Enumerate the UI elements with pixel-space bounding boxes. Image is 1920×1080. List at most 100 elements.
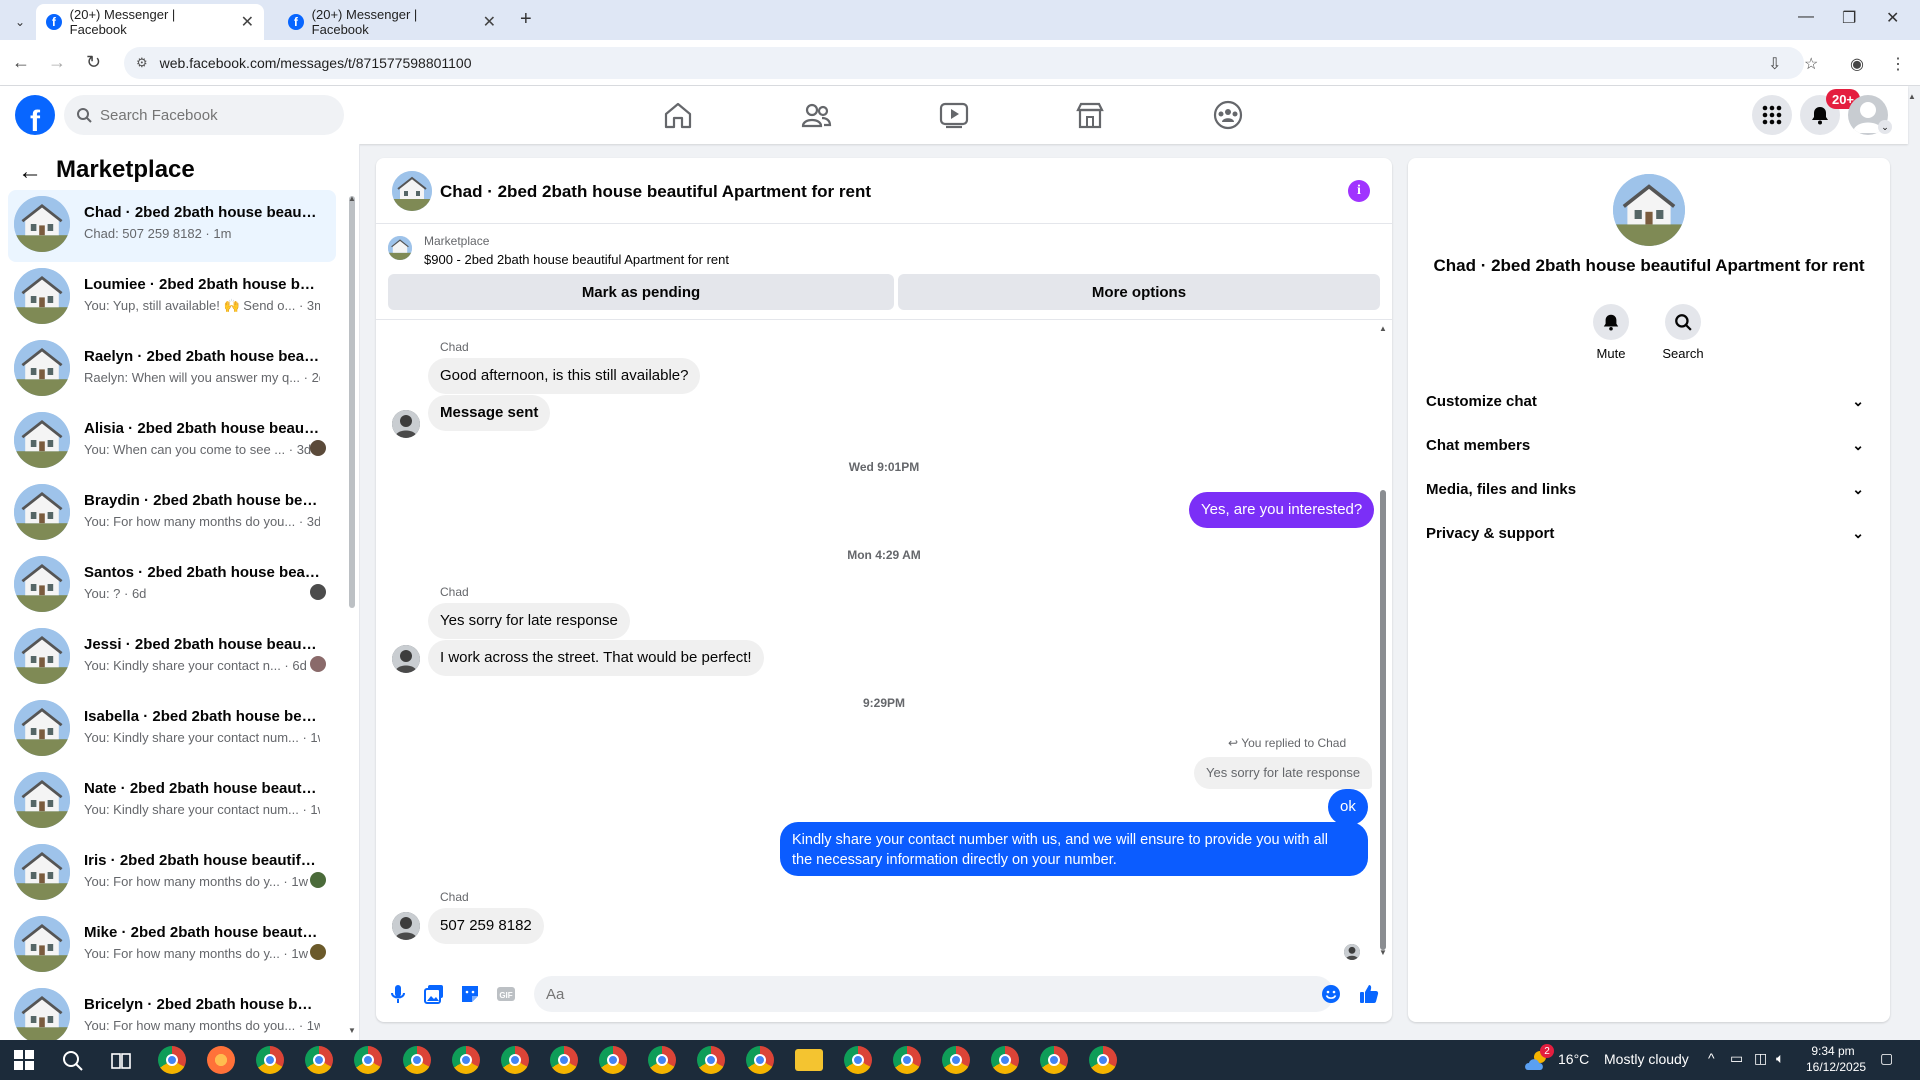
profile-icon[interactable]: ◉ [1850,54,1864,74]
network-icon[interactable]: ▭ [1730,1050,1743,1067]
browser-menu-icon[interactable]: ⋮ [1890,54,1906,74]
mark-as-pending-button[interactable]: Mark as pending [388,274,894,310]
info-icon[interactable]: i [1348,180,1370,202]
weather-description[interactable]: Mostly cloudy [1604,1051,1689,1067]
volume-icon[interactable]: 🔈︎ [1776,1050,1784,1067]
conversation-item[interactable]: Raelyn · 2bed 2bath house beautiful Apar… [8,334,336,406]
microphone-icon[interactable] [387,983,409,1005]
chrome-taskbar-icon[interactable] [599,1046,627,1074]
messages-scroll-up-icon[interactable]: ▲ [1379,324,1387,333]
incoming-message[interactable]: 507 259 8182 [428,908,544,944]
windows-start-icon[interactable] [14,1050,34,1070]
chat-title[interactable]: Chad · 2bed 2bath house beautiful Apartm… [440,182,871,202]
more-options-button[interactable]: More options [898,274,1380,310]
chrome-taskbar-icon[interactable] [305,1046,333,1074]
message-input[interactable] [546,985,1306,1003]
search-input[interactable] [100,106,320,124]
new-tab-plus-icon[interactable]: + [520,8,532,31]
home-icon[interactable] [662,100,694,130]
notification-center-icon[interactable]: ▢ [1880,1050,1893,1067]
install-app-icon[interactable]: ⇩ [1768,54,1781,74]
file-explorer-taskbar-icon[interactable] [795,1049,823,1071]
weather-temperature[interactable]: 16°C [1558,1051,1589,1067]
customize-chat-row[interactable]: Customize chat ⌄ [1424,379,1876,423]
emoji-icon[interactable] [1320,983,1342,1005]
tab-close-icon[interactable]: ✕ [241,12,254,32]
chrome-taskbar-icon[interactable] [844,1046,872,1074]
listing-thumbnail[interactable] [388,236,412,260]
groups-icon[interactable] [1212,100,1244,130]
menu-grid-button[interactable] [1752,95,1792,135]
facebook-search[interactable] [64,95,344,135]
peer-avatar[interactable] [392,410,420,438]
chrome-taskbar-icon[interactable] [697,1046,725,1074]
window-restore-icon[interactable]: ❐ [1842,8,1856,28]
chrome-taskbar-icon[interactable] [256,1046,284,1074]
media-files-links-row[interactable]: Media, files and links ⌄ [1424,467,1876,511]
conversation-item[interactable]: Alisia · 2bed 2bath house beautiful Apar… [8,406,336,478]
photo-attach-icon[interactable] [423,983,445,1005]
peer-avatar[interactable] [392,645,420,673]
mute-button[interactable] [1593,304,1629,340]
browser-tab-active[interactable]: f (20+) Messenger | Facebook ✕ [36,4,264,40]
chrome-taskbar-icon[interactable] [648,1046,676,1074]
sidebar-scroll-down-icon[interactable]: ▼ [348,1026,356,1035]
conversation-photo[interactable] [1613,174,1685,246]
privacy-support-row[interactable]: Privacy & support ⌄ [1424,511,1876,555]
chat-listing-photo[interactable] [392,171,432,211]
sticker-icon[interactable] [459,983,481,1005]
forward-arrow-icon[interactable]: → [48,52,66,73]
outgoing-message[interactable]: Yes, are you interested? [1189,492,1375,528]
sidebar-scroll-up-icon[interactable]: ▲ [348,194,356,203]
chrome-taskbar-icon[interactable] [893,1046,921,1074]
back-arrow-icon[interactable]: ← [12,52,30,73]
chrome-taskbar-icon[interactable] [746,1046,774,1074]
conversation-item[interactable]: Santos · 2bed 2bath house beautiful Apar… [8,550,336,622]
chrome-taskbar-icon[interactable] [1040,1046,1068,1074]
conversation-item[interactable]: Iris · 2bed 2bath house beautiful Apartm… [8,838,336,910]
video-icon[interactable] [938,100,970,130]
marketplace-icon[interactable] [1074,100,1106,130]
conversation-item[interactable]: Nate · 2bed 2bath house beautiful Apartm… [8,766,336,838]
search-conversation-button[interactable] [1665,304,1701,340]
chrome-taskbar-icon[interactable] [501,1046,529,1074]
url-omnibox[interactable]: ⚙ web.facebook.com/messages/t/8715775988… [124,47,1804,79]
conversation-item[interactable]: Mike · 2bed 2bath house beautiful Apartm… [8,910,336,982]
facebook-logo-icon[interactable]: f [15,95,55,135]
tab-close-icon[interactable]: ✕ [483,12,496,32]
tray-chevron-icon[interactable]: ^ [1708,1050,1715,1066]
incoming-message[interactable]: I work across the street. That would be … [428,640,764,676]
chrome-taskbar-icon[interactable] [354,1046,382,1074]
outgoing-message[interactable]: ok [1328,789,1368,825]
bookmark-star-icon[interactable]: ☆ [1804,54,1818,74]
page-scroll-up-icon[interactable]: ▲ [1908,92,1916,101]
incoming-message[interactable]: Good afternoon, is this still available? [428,358,701,394]
conversation-item[interactable]: Isabella · 2bed 2bath house beautiful Ap… [8,694,336,766]
chat-members-row[interactable]: Chat members ⌄ [1424,423,1876,467]
taskbar-search-icon[interactable] [62,1050,84,1072]
browser-tab[interactable]: f (20+) Messenger | Facebook ✕ [278,4,506,40]
listing-description[interactable]: $900 - 2bed 2bath house beautiful Apartm… [424,252,729,267]
incoming-message[interactable]: Yes sorry for late response [428,603,630,639]
clock[interactable]: 9:34 pm 16/12/2025 [1806,1044,1866,1074]
conversation-item[interactable]: Chad · 2bed 2bath house beautiful Apartm… [8,190,336,262]
peer-avatar[interactable] [392,912,420,940]
window-close-icon[interactable]: ✕ [1886,8,1899,28]
sidebar-scrollbar[interactable] [349,196,355,608]
gif-icon[interactable]: GIF [495,983,517,1005]
chrome-taskbar-icon[interactable] [991,1046,1019,1074]
back-arrow-icon[interactable]: ← [18,158,42,186]
chrome-taskbar-icon[interactable] [403,1046,431,1074]
conversation-item[interactable]: Loumiee · 2bed 2bath house beautiful Apa… [8,262,336,334]
incoming-message[interactable]: Message sent [428,395,551,431]
task-view-icon[interactable] [110,1050,132,1072]
chrome-taskbar-icon[interactable] [1089,1046,1117,1074]
firefox-taskbar-icon[interactable] [207,1046,235,1074]
conversation-item[interactable]: Braydin · 2bed 2bath house beautiful Apa… [8,478,336,550]
quoted-message[interactable]: Yes sorry for late response [1194,757,1373,789]
outgoing-message-long[interactable]: Kindly share your contact number with us… [780,822,1368,876]
chrome-taskbar-icon[interactable] [550,1046,578,1074]
tab-search-chevron-icon[interactable]: ⌄ [8,10,32,34]
site-info-icon[interactable]: ⚙ [136,55,148,71]
friends-icon[interactable] [800,100,832,130]
